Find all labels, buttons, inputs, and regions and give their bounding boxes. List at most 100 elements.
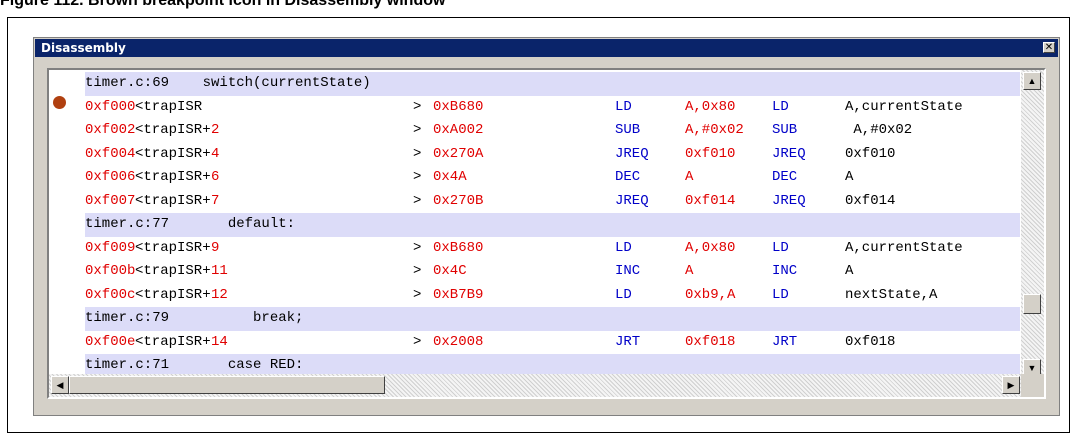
operand: A [685, 263, 694, 279]
scrollbar-corner [1021, 374, 1044, 397]
scroll-left-button[interactable]: ◀ [51, 376, 69, 394]
symbol-offset: 4 [211, 145, 220, 162]
mnemonic: JREQ [615, 145, 649, 162]
address: 0xf00e [85, 333, 136, 350]
symbol-label: <trapISR+ [135, 263, 211, 279]
operand-symbolic: A,currentState [845, 98, 963, 115]
horizontal-scrollbar[interactable]: ◀ ▶ [49, 374, 1022, 397]
mnemonic: DEC [615, 169, 641, 185]
symbol-label: <trapISR+ [135, 286, 211, 303]
mnemonic-symbolic: JREQ [772, 145, 806, 162]
asm-line[interactable]: 0xf009 <trapISR+ 9 >0xB680 LD A,0x80 LD A,curre… [85, 237, 1020, 261]
mnemonic-symbolic: LD [772, 286, 789, 303]
asm-line[interactable]: 0xf00c <trapISR+ 12 >0xB7B9 LD 0xb9,A LD nextSt… [85, 284, 1020, 308]
mnemonic: LD [615, 286, 632, 303]
arrow: > [413, 263, 422, 279]
address: 0xf00b [85, 263, 136, 279]
opcode: 0xB680 [433, 239, 484, 256]
vertical-scroll-thumb[interactable] [1023, 294, 1041, 315]
operand-symbolic: 0xf010 [845, 145, 896, 162]
disassembly-view: timer.c:69 switch(currentState) 0xf000 <tr… [47, 68, 1046, 399]
opcode: 0xA002 [433, 122, 484, 138]
opcode: 0x4A [433, 169, 467, 185]
arrow: > [413, 145, 422, 162]
operand-symbolic: 0xf018 [845, 333, 896, 350]
mnemonic: LD [615, 98, 632, 115]
symbol-offset: 12 [211, 286, 228, 303]
opcode: 0x270B [433, 192, 484, 209]
arrow: > [413, 192, 422, 209]
operand-symbolic: A [845, 263, 854, 279]
asm-line[interactable]: 0xf006 <trapISR+ 6 >0x4A DEC A DEC A [85, 166, 1020, 190]
opcode: 0x2008 [433, 333, 484, 350]
title-bar[interactable]: Disassembly ✕ [35, 39, 1058, 57]
mnemonic-symbolic: INC [772, 263, 798, 279]
asm-line[interactable]: 0xf00e <trapISR+ 14 >0x2008 JRT 0xf018 JRT 0xf0… [85, 331, 1020, 355]
close-button[interactable]: ✕ [1043, 42, 1055, 53]
asm-line[interactable]: 0xf004 <trapISR+ 4 >0x270A JREQ 0xf010 JREQ 0xf… [85, 143, 1020, 167]
symbol-label: <trapISR+ [135, 145, 211, 162]
symbol-offset: 14 [211, 333, 228, 350]
mnemonic: JRT [615, 333, 641, 350]
figure-caption: Figure 112. Brown breakpoint icon in Dis… [0, 0, 446, 9]
arrow: > [413, 239, 422, 256]
window-title: Disassembly [41, 41, 126, 55]
symbol-label: <trapISR+ [135, 169, 211, 185]
source-line[interactable]: timer.c:77 default: [85, 213, 1020, 237]
symbol-offset: 9 [211, 239, 220, 256]
scroll-right-button[interactable]: ▶ [1002, 376, 1020, 394]
asm-line[interactable]: 0xf002 <trapISR+ 2 >0xA002 SUB A,#0x02 SUB A,#… [85, 119, 1020, 143]
operand-symbolic: 0xf014 [845, 192, 896, 209]
opcode: 0xB680 [433, 98, 484, 115]
source-text: timer.c:79 break; [85, 310, 304, 326]
opcode: 0x4C [433, 263, 467, 279]
address: 0xf007 [85, 192, 136, 209]
mnemonic-symbolic: SUB [772, 122, 798, 138]
symbol-label: <trapISR+ [135, 192, 211, 209]
operand-symbolic: nextState,A [845, 286, 938, 303]
source-line[interactable]: timer.c:79 break; [85, 307, 1020, 331]
breakpoint-icon[interactable] [53, 95, 66, 109]
opcode: 0xB7B9 [433, 286, 484, 303]
operand-symbolic: A,currentState [845, 239, 963, 256]
asm-line[interactable]: 0xf000 <trapISR >0xB680 LD A,0x80 LD A,current… [53, 95, 1020, 120]
code-lines: timer.c:69 switch(currentState) 0xf000 <tr… [53, 72, 1020, 378]
disassembly-window: Disassembly ✕ timer.c:69 switch(currentS… [33, 37, 1060, 416]
symbol-label: <trapISR [135, 98, 203, 115]
operand-symbolic: A [845, 169, 854, 185]
arrow: > [413, 98, 422, 115]
address: 0xf006 [85, 169, 136, 185]
mnemonic: INC [615, 263, 641, 279]
address: 0xf004 [85, 145, 136, 162]
mnemonic: SUB [615, 122, 641, 138]
source-text: timer.c:69 switch(currentState) [85, 75, 371, 91]
operand-symbolic: A,#0x02 [845, 122, 913, 138]
vertical-scrollbar[interactable]: ▲ ▼ [1021, 70, 1044, 379]
address: 0xf00c [85, 286, 136, 303]
asm-line[interactable]: 0xf00b <trapISR+ 11 >0x4C INC A INC A [85, 260, 1020, 284]
mnemonic-symbolic: DEC [772, 169, 798, 185]
symbol-offset: 11 [211, 263, 228, 279]
symbol-label: <trapISR+ [135, 122, 211, 138]
horizontal-scroll-thumb[interactable] [69, 376, 385, 394]
scroll-up-button[interactable]: ▲ [1023, 72, 1041, 90]
source-line[interactable]: timer.c:69 switch(currentState) [85, 72, 1020, 96]
operand: A [685, 169, 694, 185]
mnemonic: LD [615, 239, 632, 256]
mnemonic-symbolic: JREQ [772, 192, 806, 209]
arrow: > [413, 286, 422, 303]
arrow: > [413, 169, 422, 185]
asm-line[interactable]: 0xf007 <trapISR+ 7 >0x270B JREQ 0xf014 JREQ 0xf… [85, 190, 1020, 214]
operand: A,0x80 [685, 239, 736, 256]
address: 0xf000 [85, 98, 136, 115]
opcode: 0x270A [433, 145, 484, 162]
operand: 0xf018 [685, 333, 736, 350]
arrow: > [413, 333, 422, 350]
operand: 0xb9,A [685, 286, 736, 303]
operand: A,0x80 [685, 98, 736, 115]
address: 0xf002 [85, 122, 136, 138]
operand: 0xf014 [685, 192, 736, 209]
mnemonic-symbolic: JRT [772, 333, 798, 350]
breakpoint-gutter[interactable] [49, 70, 85, 397]
address: 0xf009 [85, 239, 136, 256]
